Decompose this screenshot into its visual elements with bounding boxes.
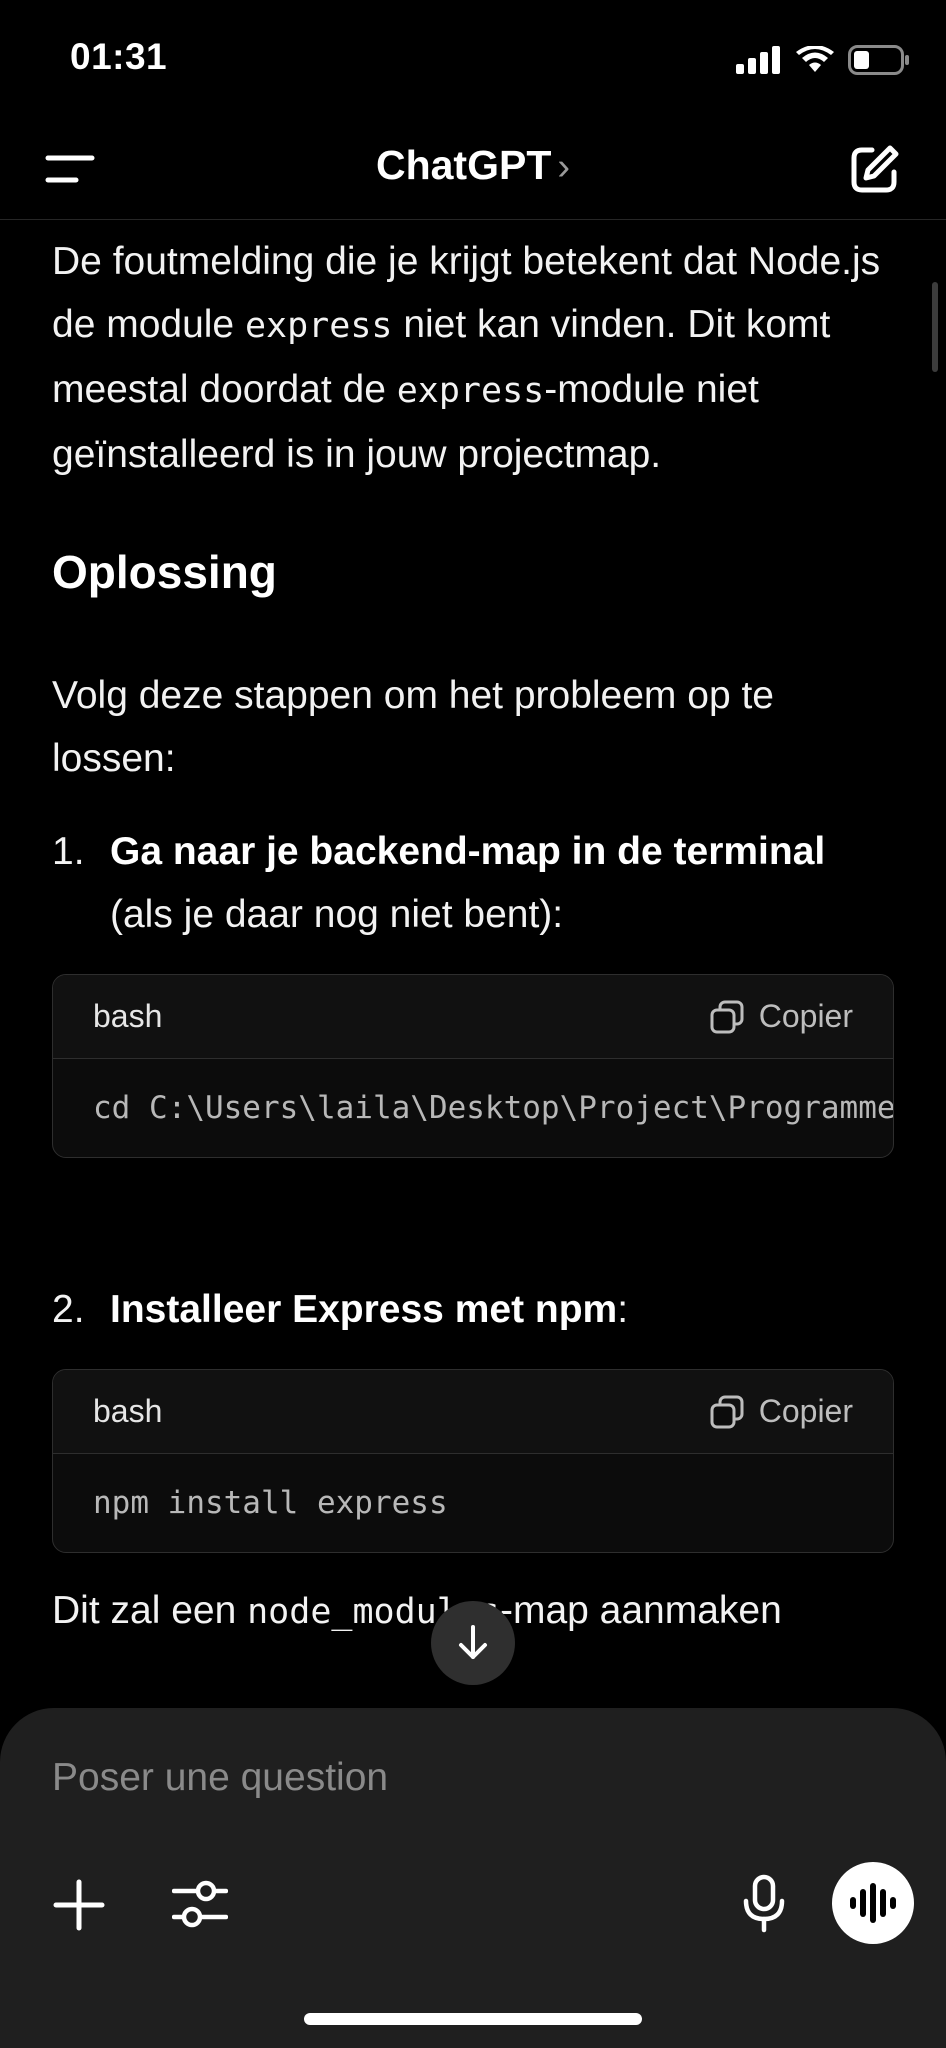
dictation-button[interactable] <box>736 1872 792 1936</box>
copy-icon <box>710 1000 744 1033</box>
steps-intro: Volg deze stappen om het probleem op te … <box>52 674 774 780</box>
chevron-right-icon: › <box>557 146 571 188</box>
message-input[interactable]: Poser une question <box>52 1756 388 1800</box>
step-text: (als je daar nog niet bent): <box>110 893 564 936</box>
code-content[interactable]: cd C:\Users\laila\Desktop\Project\Progra… <box>53 1059 893 1157</box>
status-time: 01:31 <box>70 36 168 77</box>
step-text: : <box>617 1288 629 1331</box>
composer: Poser une question <box>0 1708 946 2048</box>
list-number: 1. <box>52 830 85 873</box>
code-header: bash Copier <box>53 975 893 1059</box>
code-block: bash Copier npm install express <box>52 1369 894 1553</box>
attach-button[interactable] <box>50 1876 108 1934</box>
inline-code: express <box>396 371 545 411</box>
status-icons <box>736 40 910 80</box>
sliders-icon <box>172 1880 228 1928</box>
inline-code: express <box>244 306 393 346</box>
list-item: 2. Installeer Express met npm: <box>52 1278 894 1341</box>
top-nav: ChatGPT › <box>0 118 946 220</box>
copy-icon <box>710 1395 744 1428</box>
copy-label: Copier <box>758 998 853 1034</box>
arrow-down-icon <box>459 1625 487 1659</box>
tools-button[interactable] <box>170 1874 230 1934</box>
scroll-to-bottom-button[interactable] <box>431 1601 515 1685</box>
cellular-signal-icon <box>736 46 780 74</box>
wifi-icon <box>796 46 834 72</box>
list-number: 2. <box>52 1288 85 1331</box>
home-indicator[interactable] <box>304 2013 642 2025</box>
code-header: bash Copier <box>53 1370 893 1454</box>
code-block: bash Copier cd C:\Users\laila\Desktop\Pr… <box>52 974 894 1158</box>
list-item: 1. Ga naar je backend-map in de terminal… <box>52 820 894 946</box>
plus-icon <box>53 1879 105 1931</box>
page-title: ChatGPT <box>375 142 552 188</box>
code-language: bash <box>93 998 163 1034</box>
section-heading: Oplossing <box>52 546 277 598</box>
model-selector[interactable]: ChatGPT › <box>0 142 946 189</box>
voice-mode-icon <box>850 1883 896 1923</box>
step-title: Installeer Express met npm <box>110 1288 618 1331</box>
copy-button[interactable]: Copier <box>709 998 853 1035</box>
intro-paragraph: De foutmelding die je krijgt betekent da… <box>52 230 894 486</box>
code-content[interactable]: npm install express <box>53 1454 893 1552</box>
text-segment: -map aanmaken <box>499 1589 782 1632</box>
voice-mode-button[interactable] <box>832 1862 914 1944</box>
step-title: Ga naar je backend-map in de terminal <box>110 830 826 873</box>
status-bar: 01:31 <box>0 0 946 118</box>
copy-button[interactable]: Copier <box>709 1393 853 1430</box>
microphone-icon <box>743 1874 785 1933</box>
chat-message: De foutmelding die je krijgt betekent da… <box>52 220 894 1710</box>
copy-label: Copier <box>758 1393 853 1429</box>
scrollbar[interactable] <box>932 282 938 372</box>
new-chat-button[interactable] <box>846 142 902 198</box>
text-segment: Dit zal een <box>52 1589 248 1632</box>
code-language: bash <box>93 1393 163 1429</box>
battery-icon <box>848 45 909 75</box>
compose-icon <box>851 145 899 193</box>
